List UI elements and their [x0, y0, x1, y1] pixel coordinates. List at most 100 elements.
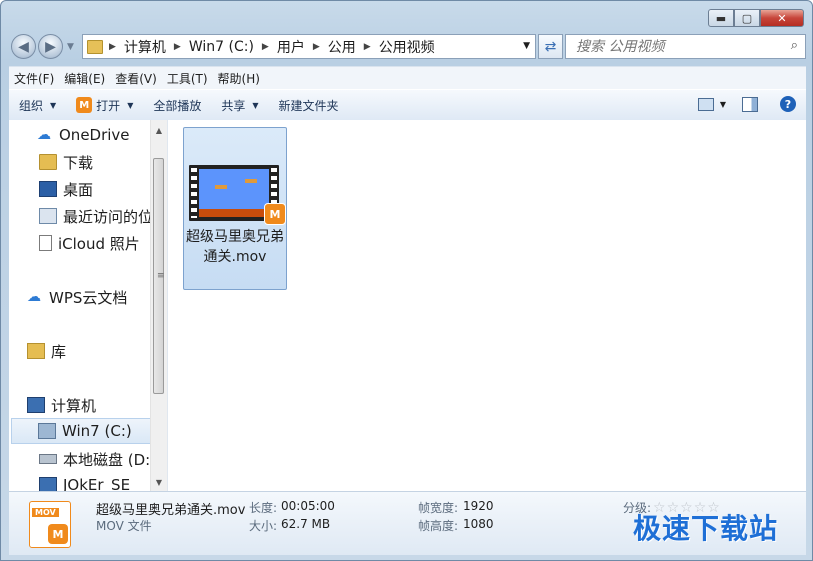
nav-item-downloads[interactable]: 下载 — [39, 149, 93, 175]
player-app-icon: M — [48, 524, 68, 544]
open-button[interactable]: M 打开 ▼ — [66, 97, 143, 114]
navigation-row: ◀ ▶ ▼ ▶ 计算机 ▶ Win7 (C:) ▶ 用户 ▶ 公用 ▶ 公用视频 ▼ ⇄… — [9, 34, 806, 60]
player-app-icon: M — [264, 203, 286, 225]
size-value: 62.7 MB — [281, 517, 331, 531]
nav-item-desktop[interactable]: 桌面 — [39, 176, 93, 202]
file-type-tag: MOV — [32, 508, 59, 517]
folder-icon — [87, 39, 103, 54]
content-area: ☁ OneDrive 下载 桌面 最近访问的位 iCloud 照片 ☁ WPS云文档… — [9, 120, 806, 491]
play-all-button[interactable]: 全部播放 — [143, 97, 211, 114]
nav-item-computer[interactable]: 计算机 — [27, 392, 96, 418]
chevron-right-icon: ▶ — [173, 41, 181, 52]
menu-tools[interactable]: 工具(T) — [162, 70, 213, 87]
file-name: 超级马里奥兄弟通关.mov — [186, 229, 284, 265]
details-type: MOV 文件 — [96, 519, 152, 533]
duration-label: 长度: — [249, 501, 278, 515]
command-bar: 组织 ▼ M 打开 ▼ 全部播放 共享 ▼ 新建文件夹 ▼ ? — [9, 89, 806, 121]
file-item-video[interactable]: M 超级马里奥兄弟通关.mov — [183, 127, 287, 290]
chevron-right-icon: ▶ — [312, 41, 320, 52]
size-label: 大小: — [249, 519, 278, 533]
breadcrumb-public-videos[interactable]: 公用视频 — [379, 37, 435, 57]
mov-file-icon: MOV M — [29, 501, 71, 548]
thumbnail-brick — [245, 179, 257, 183]
scroll-up-arrow-icon[interactable]: ▲ — [151, 122, 167, 138]
frame-width-label: 帧宽度: — [418, 501, 459, 515]
menu-help[interactable]: 帮助(H) — [213, 70, 265, 87]
breadcrumb-public[interactable]: 公用 ▶ — [328, 37, 379, 57]
search-box[interactable]: ⌕ — [565, 34, 806, 59]
duration-value: 00:05:00 — [281, 499, 335, 513]
recent-pages-dropdown[interactable]: ▼ — [67, 42, 74, 52]
nav-scrollbar[interactable]: ▲ ≡ ▼ — [150, 120, 167, 491]
menu-view[interactable]: 查看(V) — [110, 70, 162, 87]
window-caption-buttons: ▬ ▢ ✕ — [708, 9, 804, 27]
menu-bar: 文件(F) 编辑(E) 查看(V) 工具(T) 帮助(H) — [9, 66, 806, 89]
organize-button[interactable]: 组织 ▼ — [9, 97, 66, 114]
menu-edit[interactable]: 编辑(E) — [59, 70, 110, 87]
breadcrumb-users[interactable]: 用户 ▶ — [277, 37, 328, 57]
dropdown-arrow-icon: ▼ — [50, 100, 57, 110]
file-list: M 超级马里奥兄弟通关.mov — [168, 120, 806, 491]
breadcrumb-root-arrow[interactable]: ▶ — [109, 42, 124, 52]
change-view-icon[interactable] — [697, 97, 714, 111]
cloud-icon: ☁ — [37, 127, 51, 143]
file-icon — [39, 235, 52, 251]
back-button[interactable]: ◀ — [11, 34, 36, 59]
view-dropdown-icon[interactable]: ▼ — [720, 100, 726, 109]
scrollbar-thumb[interactable]: ≡ — [153, 158, 165, 394]
film-strip-left — [191, 168, 197, 218]
address-bar[interactable]: ▶ 计算机 ▶ Win7 (C:) ▶ 用户 ▶ 公用 ▶ 公用视频 ▼ — [82, 34, 536, 59]
frame-height-label: 帧高度: — [418, 519, 459, 533]
navigation-pane: ☁ OneDrive 下载 桌面 最近访问的位 iCloud 照片 ☁ WPS云文档… — [9, 120, 168, 491]
refresh-button[interactable]: ⇄ — [538, 34, 563, 59]
drive-icon — [39, 477, 57, 491]
nav-item-local-disk-d[interactable]: 本地磁盘 (D: — [39, 446, 150, 472]
toolbar-right: ▼ ? — [697, 96, 796, 112]
recent-places-icon — [39, 208, 57, 224]
nav-item-wps-cloud[interactable]: ☁ WPS云文档 — [27, 284, 127, 310]
help-icon[interactable]: ? — [780, 96, 796, 112]
preview-pane-icon[interactable] — [742, 96, 758, 112]
nav-item-win7-drive[interactable]: Win7 (C:) — [11, 418, 152, 444]
scroll-down-arrow-icon[interactable]: ▼ — [151, 474, 167, 490]
site-watermark: 极速下载站 — [633, 512, 779, 545]
breadcrumb-drive[interactable]: Win7 (C:) ▶ — [189, 39, 277, 55]
nav-item-onedrive[interactable]: ☁ OneDrive — [37, 122, 130, 148]
nav-item-recent-places[interactable]: 最近访问的位 — [39, 203, 153, 229]
search-icon[interactable]: ⌕ — [791, 38, 798, 53]
close-button[interactable]: ✕ — [760, 9, 804, 27]
computer-icon — [27, 397, 45, 413]
grip-icon: ≡ — [157, 271, 165, 281]
explorer-window: ▬ ▢ ✕ ◀ ▶ ▼ ▶ 计算机 ▶ Win7 (C:) ▶ 用户 ▶ 公用 ▶ 公用… — [0, 0, 813, 561]
nav-item-joker-se[interactable]: JOkEr_SE — [39, 472, 130, 491]
new-folder-button[interactable]: 新建文件夹 — [269, 97, 349, 114]
nav-item-icloud-photos[interactable]: iCloud 照片 — [39, 230, 140, 256]
desktop-icon — [39, 181, 57, 197]
chevron-right-icon: ▶ — [261, 41, 269, 52]
download-folder-icon — [39, 154, 57, 170]
arrow-right-icon: ▶ — [45, 38, 56, 55]
menu-file[interactable]: 文件(F) — [9, 70, 59, 87]
address-history-dropdown[interactable]: ▼ — [523, 41, 530, 51]
search-input[interactable] — [574, 38, 778, 56]
arrow-left-icon: ◀ — [18, 38, 29, 55]
chevron-right-icon: ▶ — [109, 41, 116, 52]
minimize-button[interactable]: ▬ — [708, 9, 734, 27]
maximize-button[interactable]: ▢ — [734, 9, 760, 27]
dropdown-arrow-icon: ▼ — [127, 100, 134, 110]
windows-drive-icon — [38, 423, 56, 439]
refresh-icon: ⇄ — [544, 38, 557, 55]
player-app-icon: M — [76, 97, 93, 113]
details-filename: 超级马里奥兄弟通关.mov — [96, 503, 246, 518]
frame-width-value: 1920 — [463, 499, 494, 513]
dropdown-arrow-icon: ▼ — [252, 100, 259, 110]
thumbnail-brick — [215, 185, 227, 189]
forward-button[interactable]: ▶ — [38, 34, 63, 59]
nav-item-libraries[interactable]: 库 — [27, 338, 66, 364]
breadcrumb-computer[interactable]: 计算机 ▶ — [124, 37, 189, 57]
drive-icon — [39, 454, 57, 464]
wps-cloud-icon: ☁ — [27, 289, 41, 305]
share-button[interactable]: 共享 ▼ — [211, 97, 268, 114]
chevron-right-icon: ▶ — [363, 41, 371, 52]
frame-height-value: 1080 — [463, 517, 494, 531]
